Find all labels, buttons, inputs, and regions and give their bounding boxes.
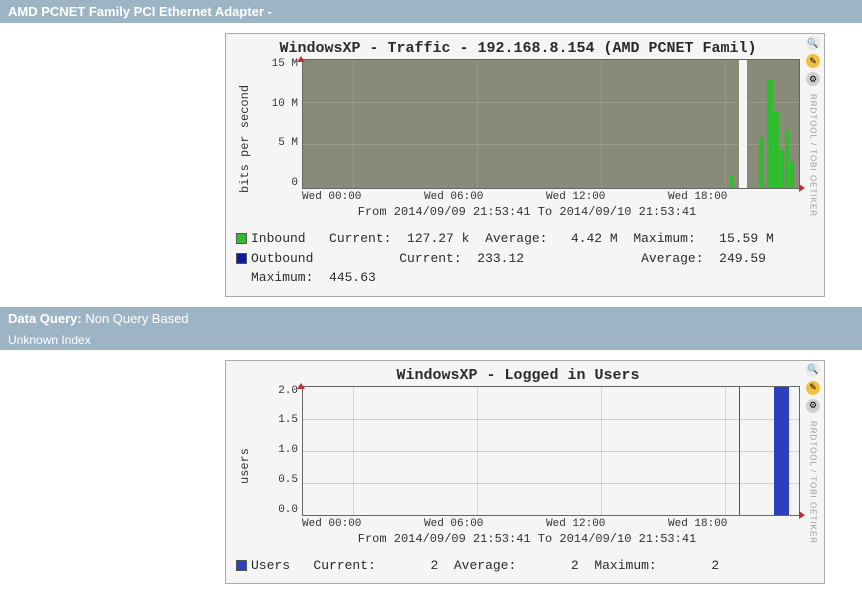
x-arrow-icon [799, 184, 805, 192]
y-arrow-icon [297, 56, 305, 62]
outbound-swatch-icon [236, 253, 247, 264]
settings-icon[interactable]: ⚙ [806, 399, 820, 413]
time-range-label: From 2014/09/09 21:53:41 To 2014/09/10 2… [254, 532, 800, 546]
chart-title: WindowsXP - Logged in Users [236, 367, 800, 384]
chart-legend: Users Current: 2 Average: 2 Maximum: 2 [236, 556, 800, 576]
export-icon[interactable]: ✎ [806, 54, 820, 68]
settings-icon[interactable]: ⚙ [806, 72, 820, 86]
x-axis-ticks: Wed 00:00 Wed 06:00 Wed 12:00 Wed 18:00 [254, 516, 800, 530]
rrdtool-watermark: RRDTOOL / TOBI OETIKER [809, 421, 818, 544]
time-range-label: From 2014/09/09 21:53:41 To 2014/09/10 2… [254, 205, 800, 219]
zoom-icon[interactable]: 🔍 [806, 363, 820, 377]
traffic-chart-panel: 🔍 ✎ ⚙ RRDTOOL / TOBI OETIKER WindowsXP -… [225, 33, 825, 297]
inbound-spike [790, 162, 794, 188]
inbound-spike [730, 175, 733, 188]
inbound-spike [759, 137, 764, 188]
y-axis-label: users [236, 386, 254, 546]
chart-tools: 🔍 ✎ ⚙ RRDTOOL / TOBI OETIKER [804, 36, 822, 217]
x-arrow-icon [799, 511, 805, 519]
export-icon[interactable]: ✎ [806, 381, 820, 395]
y-arrow-icon [297, 383, 305, 389]
zoom-icon[interactable]: 🔍 [806, 36, 820, 50]
data-marker [739, 387, 740, 515]
section-header-adapter: AMD PCNET Family PCI Ethernet Adapter - [0, 0, 862, 23]
inbound-spike [774, 111, 779, 188]
users-chart-panel: 🔍 ✎ ⚙ RRDTOOL / TOBI OETIKER WindowsXP -… [225, 360, 825, 585]
section-header-data-query: Data Query: Non Query Based [0, 307, 862, 330]
chart-tools: 🔍 ✎ ⚙ RRDTOOL / TOBI OETIKER [804, 363, 822, 544]
users-bar [774, 387, 789, 515]
plot-area-users[interactable] [302, 386, 800, 516]
chart-title: WindowsXP - Traffic - 192.168.8.154 (AMD… [236, 40, 800, 57]
data-gap [739, 60, 746, 188]
y-axis-label: bits per second [236, 59, 254, 219]
x-axis-ticks: Wed 00:00 Wed 06:00 Wed 12:00 Wed 18:00 [254, 189, 800, 203]
inbound-spike [785, 130, 789, 188]
inbound-swatch-icon [236, 233, 247, 244]
inbound-spike [767, 79, 773, 188]
y-axis-ticks: 15 M 10 M 5 M 0 [254, 59, 302, 189]
y-axis-ticks: 2.0 1.5 1.0 0.5 0.0 [254, 386, 302, 516]
users-swatch-icon [236, 560, 247, 571]
chart-legend: Inbound Current: 127.27 k Average: 4.42 … [236, 229, 800, 288]
plot-area-traffic[interactable] [302, 59, 800, 189]
inbound-spike [780, 150, 784, 188]
section-subheader-unknown-index: Unknown Index [0, 330, 862, 350]
rrdtool-watermark: RRDTOOL / TOBI OETIKER [809, 94, 818, 217]
